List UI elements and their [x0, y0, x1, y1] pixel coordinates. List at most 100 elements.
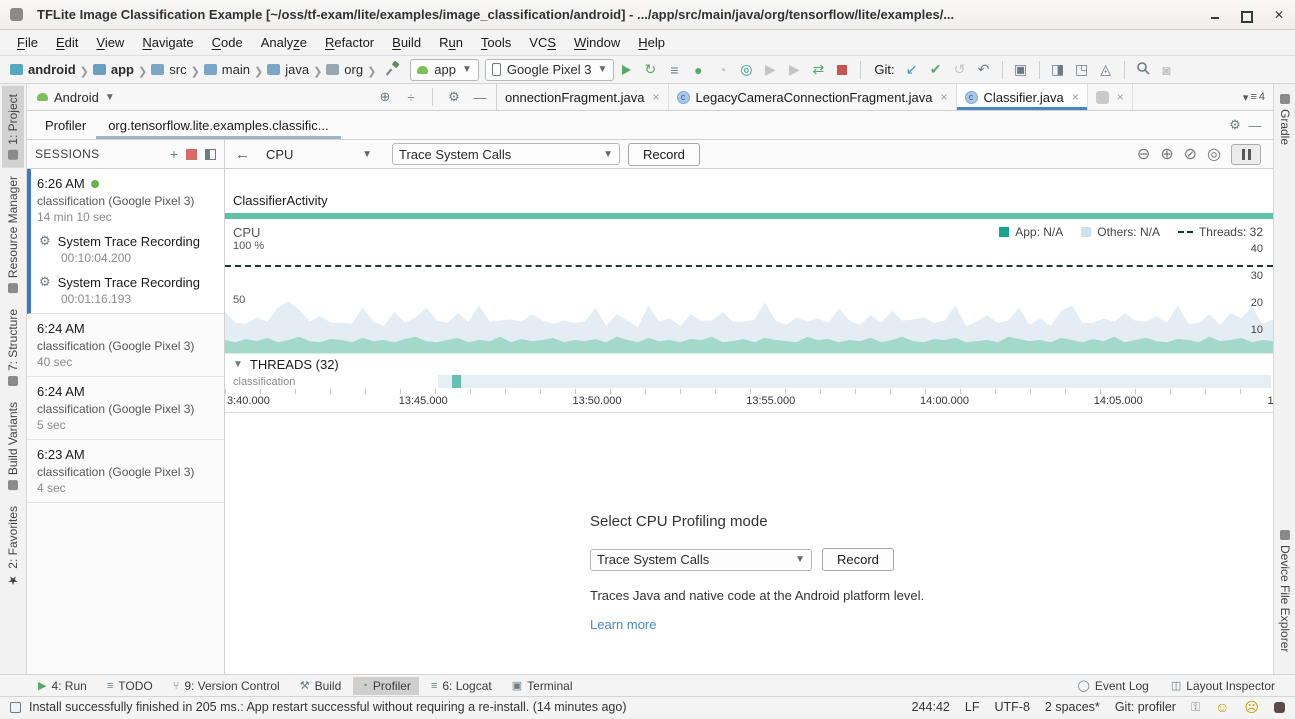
run-with-coverage-button[interactable]: ◔: [711, 62, 733, 78]
git-branch-indicator[interactable]: Git: profiler: [1115, 700, 1176, 714]
session-artifact[interactable]: ⚙System Trace Recording00:01:16.193: [39, 274, 216, 306]
ide-errors-icon[interactable]: [1274, 702, 1285, 713]
device-select[interactable]: Google Pixel 3 ▼: [485, 59, 614, 81]
zoom-out-icon[interactable]: ⊖: [1137, 144, 1150, 164]
session-item[interactable]: 6:24 AMclassification (Google Pixel 3)5 …: [27, 377, 224, 440]
attach-profiler-button[interactable]: ▶: [783, 61, 805, 78]
sidebar-item-1-project[interactable]: 1: Project: [2, 86, 24, 168]
toolwindow-button-terminal[interactable]: ▣Terminal: [504, 677, 581, 695]
menu-window[interactable]: Window: [565, 32, 629, 53]
toolwindow-button-build[interactable]: ⚒Build: [292, 677, 350, 695]
hidden-tabs-button[interactable]: ▾≡4: [1235, 84, 1273, 110]
sidebar-item-2-favorites[interactable]: ★2: Favorites: [2, 498, 24, 596]
editor-tab-misc[interactable]: ×: [1088, 84, 1133, 110]
close-icon[interactable]: ×: [941, 90, 948, 104]
status-message-area[interactable]: Install successfully finished in 205 ms.…: [10, 700, 912, 714]
breadcrumb-item-src[interactable]: src: [151, 62, 186, 77]
profile-button[interactable]: ◎: [735, 61, 757, 78]
indent-indicator[interactable]: 2 spaces*: [1045, 700, 1100, 714]
record-button[interactable]: Record: [628, 143, 700, 166]
sidebar-item-device-file-explorer[interactable]: Device File Explorer: [1275, 524, 1295, 658]
breadcrumb-item-app[interactable]: app: [93, 62, 134, 77]
toolwindow-button-event-log[interactable]: ◯Event Log: [1070, 677, 1157, 695]
menu-tools[interactable]: Tools: [472, 32, 520, 53]
git-rollback-button[interactable]: ↶: [973, 61, 995, 78]
search-everywhere-icon[interactable]: [1132, 61, 1154, 78]
avd-manager-button[interactable]: ◨: [1047, 61, 1069, 78]
toolwindow-button-layout-inspector[interactable]: ◫Layout Inspector: [1163, 677, 1283, 695]
sync-project-button[interactable]: ⇄: [807, 61, 829, 78]
new-session-icon[interactable]: +: [170, 146, 178, 162]
sidebar-item-7-structure[interactable]: 7: Structure: [2, 301, 24, 394]
happy-face-icon[interactable]: ☺: [1215, 700, 1229, 714]
editor-tab-legacycameraconnectionfragment-java[interactable]: cLegacyCameraConnectionFragment.java×: [669, 84, 957, 110]
menu-view[interactable]: View: [87, 32, 133, 53]
sdk-manager-button[interactable]: ◳: [1071, 61, 1093, 78]
sidebar-item-resource-manager[interactable]: Resource Manager: [2, 168, 24, 301]
reset-zoom-icon[interactable]: ⊘: [1184, 144, 1197, 164]
make-project-button[interactable]: [382, 61, 404, 79]
threads-section-header[interactable]: ▼ THREADS (32): [225, 353, 1273, 375]
git-update-button[interactable]: ↙: [901, 61, 923, 78]
minimize-icon[interactable]: [1209, 9, 1221, 21]
close-icon[interactable]: ×: [1072, 90, 1079, 104]
gradle-sync-button[interactable]: ◬: [1095, 61, 1117, 78]
thread-row[interactable]: classification: [225, 375, 1273, 389]
editor-tab-classifier-java[interactable]: cClassifier.java×: [957, 84, 1088, 110]
sidebar-item-build-variants[interactable]: Build Variants: [2, 394, 24, 498]
sad-face-icon[interactable]: ☹: [1244, 700, 1259, 714]
session-item[interactable]: 6:26 AMclassification (Google Pixel 3)14…: [27, 169, 224, 314]
project-view-select[interactable]: Android: [54, 90, 99, 105]
lock-icon[interactable]: ⚿: [1191, 700, 1200, 715]
pause-live-button[interactable]: [1231, 144, 1261, 165]
hide-panel-icon[interactable]: —: [1245, 118, 1265, 133]
menu-navigate[interactable]: Navigate: [133, 32, 202, 53]
zoom-to-selection-icon[interactable]: ◎: [1207, 144, 1221, 164]
profiler-window-label[interactable]: Profiler: [35, 111, 96, 139]
menu-build[interactable]: Build: [383, 32, 430, 53]
git-history-button[interactable]: ↺: [949, 61, 971, 78]
menu-file[interactable]: File: [8, 32, 47, 53]
stop-button[interactable]: [837, 65, 847, 75]
zoom-in-icon[interactable]: ⊕: [1160, 144, 1173, 164]
learn-more-link[interactable]: Learn more: [590, 617, 924, 632]
breadcrumb-item-android[interactable]: android: [10, 62, 76, 77]
sidebar-item-gradle[interactable]: Gradle: [1275, 88, 1295, 151]
hide-panel-icon[interactable]: —: [470, 90, 490, 105]
breadcrumb-item-org[interactable]: org: [326, 62, 363, 77]
menu-code[interactable]: Code: [203, 32, 252, 53]
menu-edit[interactable]: Edit: [47, 32, 87, 53]
run-configuration-select[interactable]: app ▼: [410, 59, 479, 81]
close-icon[interactable]: ×: [1117, 90, 1124, 104]
profile-avatar[interactable]: ◙: [1156, 62, 1178, 78]
close-icon[interactable]: ×: [652, 90, 659, 104]
toolwindow-button-profiler[interactable]: ◔Profiler: [353, 677, 419, 695]
toolwindow-button-9-version-control[interactable]: ⑂9: Version Control: [165, 677, 288, 695]
session-item[interactable]: 6:23 AMclassification (Google Pixel 3)4 …: [27, 440, 224, 503]
device-manager-button[interactable]: ▣: [1010, 61, 1032, 78]
collapse-all-icon[interactable]: ÷: [401, 90, 421, 105]
toolwindow-button-6-logcat[interactable]: ≡6: Logcat: [423, 677, 500, 695]
git-commit-button[interactable]: ✔: [925, 61, 947, 78]
stop-session-icon[interactable]: [186, 149, 197, 160]
record-button-center[interactable]: Record: [822, 548, 894, 571]
session-artifact[interactable]: ⚙System Trace Recording00:10:04.200: [39, 233, 216, 265]
apply-code-changes-button[interactable]: ≡: [663, 62, 685, 78]
apply-changes-button[interactable]: ↻: [639, 61, 661, 78]
caret-position[interactable]: 244:42: [912, 700, 950, 714]
profiler-session-tab[interactable]: org.tensorflow.lite.examples.classific..…: [96, 111, 340, 139]
collapse-sessions-icon[interactable]: [205, 149, 216, 160]
breadcrumb-item-main[interactable]: main: [204, 62, 250, 77]
menu-vcs[interactable]: VCS: [520, 32, 565, 53]
gear-icon[interactable]: ⚙: [1225, 117, 1245, 133]
profiling-mode-select-center[interactable]: Trace System Calls ▼: [590, 549, 812, 571]
menu-analyze[interactable]: Analyze: [252, 32, 316, 53]
breadcrumb-item-java[interactable]: java: [267, 62, 309, 77]
gear-icon[interactable]: ⚙: [444, 89, 464, 105]
line-ending-indicator[interactable]: LF: [965, 700, 980, 714]
encoding-indicator[interactable]: UTF-8: [994, 700, 1029, 714]
toolwindow-button-todo[interactable]: ≡TODO: [99, 677, 161, 695]
attach-debugger-button[interactable]: ▶: [759, 61, 781, 78]
run-button[interactable]: [622, 65, 631, 75]
session-item[interactable]: 6:24 AMclassification (Google Pixel 3)40…: [27, 314, 224, 377]
